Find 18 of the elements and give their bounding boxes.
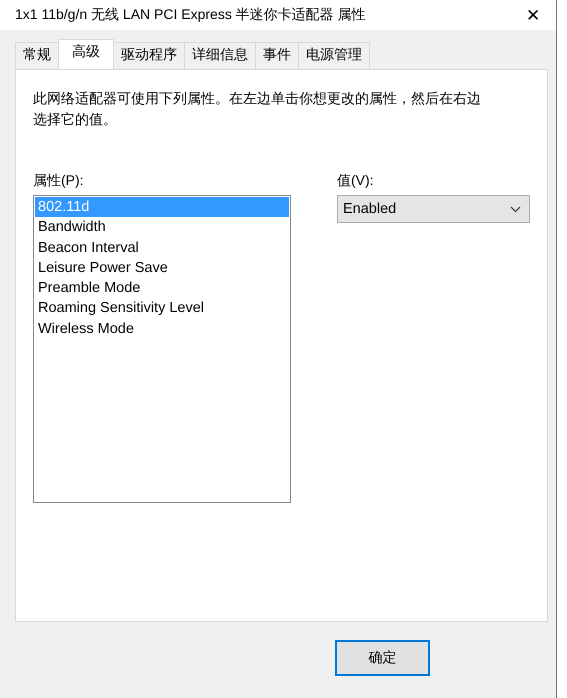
description-text: 此网络适配器可使用下列属性。在左边单击你想更改的属性，然后在右边选择它的值。 [33, 89, 482, 129]
chevron-down-icon [510, 206, 521, 212]
close-button[interactable]: ✕ [522, 4, 544, 26]
value-dropdown[interactable]: Enabled [337, 195, 530, 223]
property-list[interactable]: 802.11d Bandwidth Beacon Interval Leisure Power Save Preamble Mode Roaming Sensitivity Level Wireless Mode [33, 195, 291, 503]
list-item[interactable]: Leisure Power Save [35, 258, 289, 278]
list-item[interactable]: Preamble Mode [35, 278, 289, 298]
list-item[interactable]: Wireless Mode [35, 318, 289, 340]
property-label: 属性(P): [33, 172, 85, 190]
list-item[interactable]: Bandwidth [35, 217, 289, 238]
tab[interactable]: 电源管理 [298, 42, 370, 69]
tab[interactable]: 高级 [58, 39, 114, 69]
value-label: 值(V): [337, 172, 375, 190]
tab[interactable]: 常规 [15, 42, 59, 69]
ok-button[interactable]: 确定 [335, 640, 430, 676]
window-title: 1x1 11b/g/n 无线 LAN PCI Express 半迷你卡适配器 属性 [15, 6, 366, 24]
list-item[interactable]: Roaming Sensitivity Level [35, 298, 289, 319]
list-item[interactable]: Beacon Interval [35, 238, 289, 258]
